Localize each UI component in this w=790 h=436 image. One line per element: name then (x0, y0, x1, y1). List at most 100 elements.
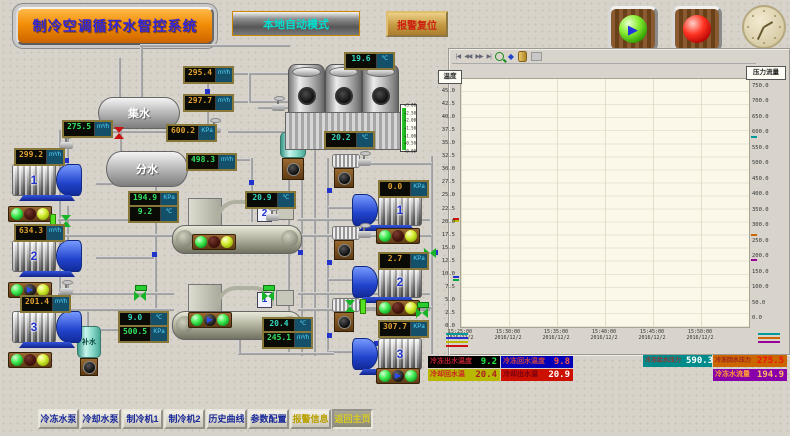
analog-clock (742, 5, 786, 49)
gauge-tick: +2.50 (404, 110, 416, 115)
rewind-icon[interactable]: |◀ (456, 54, 460, 60)
nav-chiller-1[interactable]: 制冷机1 (122, 409, 163, 429)
status-lights-chiller-2 (192, 234, 236, 250)
pump-number: 3 (13, 312, 55, 342)
data-log-icon[interactable] (518, 51, 527, 62)
pump-motor: 3 (12, 311, 56, 343)
status-value: 275.5 (753, 355, 787, 367)
nav-cooling-pumps[interactable]: 冷却水泵 (80, 409, 121, 429)
drain-circle-icon (334, 240, 354, 260)
pan-icon[interactable]: ◆ (508, 53, 514, 61)
status-lights-chiller-1: ▶ (188, 312, 232, 328)
valve-cap-icon (263, 285, 275, 291)
cooling-pump-3[interactable]: 3 (352, 338, 422, 370)
red-valve-icon[interactable] (114, 127, 124, 139)
chilled-pump-3[interactable]: 3 (12, 311, 82, 343)
x-tick: 15:30:002016/12/2 (486, 329, 530, 341)
nav-return-home[interactable]: 返回主页 (332, 409, 373, 429)
x-tick: 15:50:002016/12/2 (678, 329, 722, 341)
nav-chilled-pumps[interactable]: 冷冻水泵 (38, 409, 79, 429)
cooling-pump-1[interactable]: 1 (352, 194, 422, 226)
manual-valve-icon[interactable] (358, 159, 371, 166)
dosing-fan-icon (282, 158, 304, 180)
step-back-icon[interactable]: ◀◀ (464, 54, 471, 60)
step-forward-icon[interactable]: ▶▶ (475, 54, 482, 60)
makeup-fan-icon (80, 358, 98, 376)
cooling-tower-2[interactable] (325, 64, 362, 116)
green-valve-icon[interactable] (134, 291, 146, 301)
zoom-icon[interactable] (495, 52, 504, 61)
cooling-tower-1[interactable] (288, 64, 325, 116)
trend-plot[interactable] (460, 78, 750, 328)
pump-motor: 2 (12, 240, 56, 272)
clock-minute-hand (757, 27, 764, 40)
pipe (248, 73, 251, 103)
status-chw-return-temp: 冷冻回水温度9.8 (501, 356, 573, 368)
value-label-chiller2-cw-temp: 20.9℃ (245, 191, 296, 209)
value-label-supply-flow-1: 295.4m³/h (183, 66, 234, 84)
lamp-green-icon (379, 370, 391, 382)
status-label: 冷却回水温 (428, 369, 467, 381)
gauge-tick: +0.50 (404, 141, 416, 146)
lamp-green-icon (11, 208, 23, 220)
y-right-tick: 300.0 (752, 222, 769, 228)
green-valve-icon[interactable] (345, 300, 355, 312)
lamp-running-icon: ▶ (204, 314, 216, 326)
green-valve-icon[interactable] (262, 291, 274, 301)
manual-valve-icon[interactable] (266, 214, 279, 221)
nav-history-curve[interactable]: 历史曲线 (206, 409, 247, 429)
cooling-pump-2[interactable]: 2 (352, 266, 422, 298)
pump-motor: 1 (12, 164, 56, 196)
y-left-tick: 30.0 (442, 166, 455, 172)
manual-valve-icon[interactable] (60, 288, 73, 295)
fast-forward-icon[interactable]: ▶| (487, 54, 491, 60)
strainer (332, 226, 360, 240)
valve-cap-icon (135, 285, 147, 291)
lamp-off-icon (392, 302, 404, 314)
gauge-tick: +2.00 (404, 118, 416, 123)
stop-button[interactable] (672, 6, 722, 52)
manual-valve-icon[interactable] (358, 231, 371, 238)
pump-volute (352, 338, 378, 370)
mode-display[interactable]: 本地自动模式 (232, 11, 360, 36)
x-tick: 15:35:002016/12/2 (534, 329, 578, 341)
status-value: 194.9 (752, 369, 787, 381)
lamp-green-icon (405, 370, 417, 382)
start-button[interactable]: ▶ (608, 6, 658, 52)
y-right-tick: 150.0 (752, 269, 769, 275)
nav-alarm-info[interactable]: 报警信息 (290, 409, 331, 429)
nav-parameter-config[interactable]: 参数配置 (248, 409, 289, 429)
chilled-pump-2[interactable]: 2 (12, 240, 82, 272)
green-valve-icon[interactable] (416, 308, 428, 318)
nav-chiller-2[interactable]: 制冷机2 (164, 409, 205, 429)
page-title: 制冷空调循环水智控系统 (16, 7, 214, 45)
print-icon[interactable] (531, 52, 542, 61)
pipe (313, 150, 316, 356)
status-lights-cooling-pump-2 (376, 300, 420, 316)
x-tick-date: 2016/12/2 (534, 335, 578, 341)
y-right-tick: 600.0 (752, 129, 769, 135)
status-label: 冷冻水流量 (713, 369, 752, 381)
value-label-pump-l3-flow: 201.4m³/h (20, 295, 71, 313)
cooling-tower-3[interactable] (362, 64, 399, 116)
lamp-green-icon (379, 230, 391, 242)
lamp-off-icon (24, 208, 36, 220)
legend-line (446, 333, 468, 335)
y-right-tick: 700.0 (752, 98, 769, 104)
y-right-tick: 50.0 (752, 300, 765, 306)
gauge-tick: +1.50 (404, 126, 416, 131)
gauge-tick: +3.00 (404, 103, 416, 108)
pump-number: 3 (379, 339, 421, 369)
status-label: 冷冻出水温度 (428, 356, 474, 368)
status-chw-flow: 冷冻水流量194.9 (713, 369, 787, 381)
pipe-node (327, 333, 332, 338)
alarm-reset-button[interactable]: 报警复位 (386, 11, 448, 37)
lamp-off-icon (392, 230, 404, 242)
y-left-tick: 15.0 (442, 245, 455, 251)
chilled-pump-1[interactable]: 1 (12, 164, 82, 196)
lamp-running-icon: ▶ (392, 370, 404, 382)
manual-valve-icon[interactable] (272, 104, 285, 111)
legend-line (758, 337, 780, 339)
y-left-axis-title: 温度 (438, 70, 462, 84)
value-label-pump-l2-flow: 634.3m³/h (14, 224, 65, 242)
